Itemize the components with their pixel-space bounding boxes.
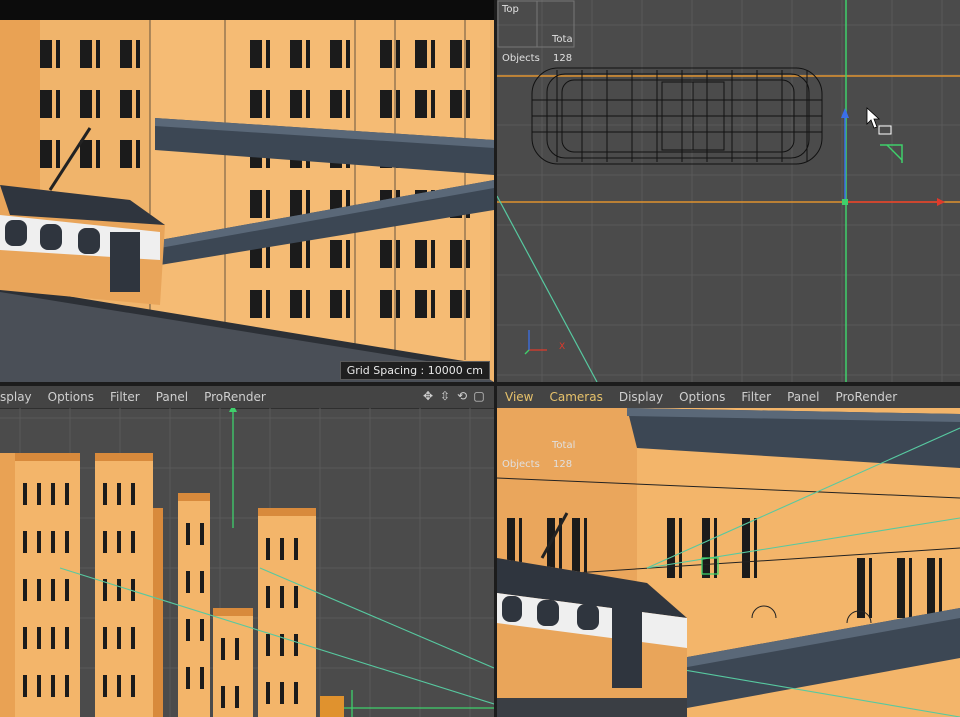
menu-filter[interactable]: Filter [110,390,140,404]
viewport-front-view[interactable]: splay Options Filter Panel ProRender ✥ ⇳… [0,386,494,717]
perspective-scene [0,0,494,382]
menu-display[interactable]: Display [619,390,663,404]
top-view-axis-x-label: X [559,342,566,352]
viewport-divider-vertical[interactable] [494,0,497,717]
menu-panel[interactable]: Panel [156,390,188,404]
hud-box-outline [497,0,575,48]
hud-objects-value: 128 [553,53,573,64]
menu-display[interactable]: splay [0,390,32,404]
camera-view-menubar: View Cameras Display Options Filter Pane… [497,386,960,409]
cinema4d-viewports: Grid Spacing : 10000 cm Top Total Object… [0,0,960,717]
menu-options[interactable]: Options [679,390,725,404]
menu-view[interactable]: View [505,390,533,404]
viewport-top-view[interactable]: Top Total Objects 128 X [497,0,960,382]
viewport-perspective-top-left[interactable]: Grid Spacing : 10000 cm [0,0,494,382]
front-view-menubar: splay Options Filter Panel ProRender ✥ ⇳… [0,386,494,409]
menu-options[interactable]: Options [48,390,94,404]
scale-icon[interactable]: ⇳ [438,389,452,403]
move-icon[interactable]: ✥ [421,389,435,403]
front-view-scene [0,408,494,717]
menu-filter[interactable]: Filter [741,390,771,404]
hud-objects-value: 128 [553,459,573,470]
hud-total-label: Total [552,440,576,451]
hud-objects-label: Objects [502,53,540,64]
viewport-divider-horizontal[interactable] [0,382,960,386]
nav-icons: ✥ ⇳ ⟲ ▢ [421,389,486,403]
viewport-camera-view[interactable]: View Cameras Display Options Filter Pane… [497,386,960,717]
menu-prorender[interactable]: ProRender [204,390,266,404]
grid-spacing-readout: Grid Spacing : 10000 cm [339,361,490,380]
menu-prorender[interactable]: ProRender [835,390,897,404]
maximize-icon[interactable]: ▢ [472,389,486,403]
menu-cameras[interactable]: Cameras [549,390,602,404]
rotate-icon[interactable]: ⟲ [455,389,469,403]
camera-view-scene [497,408,960,717]
hud-objects-label: Objects [502,459,540,470]
menu-panel[interactable]: Panel [787,390,819,404]
